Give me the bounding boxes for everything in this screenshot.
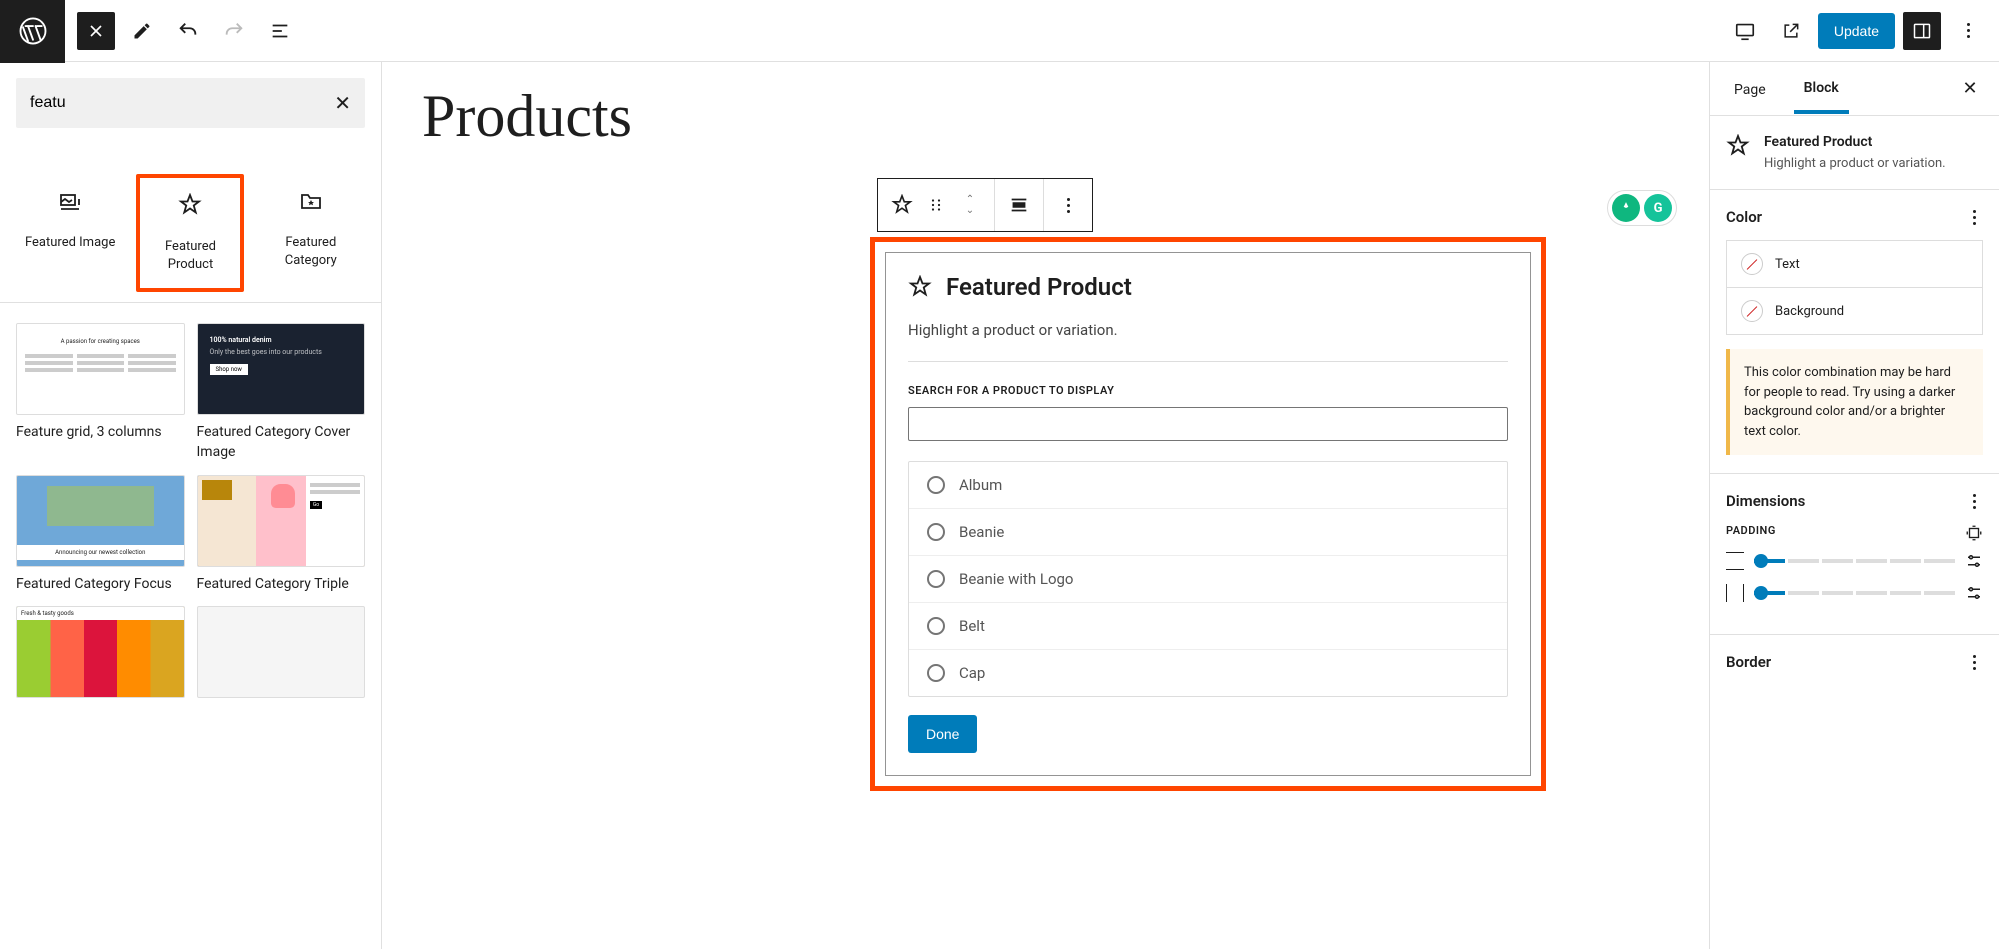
block-label: Featured Category	[263, 234, 359, 270]
padding-vertical-icon	[1726, 552, 1744, 570]
close-sidebar-button[interactable]: ✕	[1955, 74, 1985, 104]
edit-tool-button[interactable]	[123, 12, 161, 50]
star-icon	[908, 275, 932, 299]
product-option-label: Cap	[959, 664, 985, 682]
contrast-warning: This color combination may be hard for p…	[1726, 349, 1983, 455]
block-type-icon[interactable]	[890, 193, 914, 217]
block-toolbar: ⌃⌄	[877, 178, 1093, 232]
pattern-item[interactable]: Go Featured Category Triple	[197, 475, 366, 595]
set-custom-button[interactable]	[1965, 584, 1983, 602]
grammarly-badge[interactable]: G	[1607, 190, 1677, 226]
block-placeholder-description: Highlight a product or variation.	[908, 321, 1508, 362]
set-custom-button[interactable]	[1965, 552, 1983, 570]
pattern-label: Feature grid, 3 columns	[16, 423, 185, 443]
block-label: Featured Image	[25, 234, 115, 252]
inserter-search[interactable]: ✕	[16, 78, 365, 128]
panel-options-button[interactable]	[1965, 210, 1983, 225]
block-placeholder-title: Featured Product	[946, 273, 1132, 301]
align-button[interactable]	[1007, 193, 1031, 217]
tab-block[interactable]: Block	[1794, 64, 1849, 114]
product-search-label: SEARCH FOR A PRODUCT TO DISPLAY	[908, 384, 1508, 397]
done-button[interactable]: Done	[908, 715, 977, 753]
product-option[interactable]: Beanie	[909, 509, 1507, 556]
options-button[interactable]	[1949, 12, 1987, 50]
block-label: Featured Product	[146, 238, 234, 274]
pattern-item[interactable]: A passion for creating spaces Feature gr…	[16, 323, 185, 462]
sidebar-block-description: Highlight a product or variation.	[1764, 156, 1946, 171]
drag-handle-icon[interactable]	[924, 193, 948, 217]
radio-icon	[927, 617, 945, 635]
padding-label: PADDING	[1726, 524, 1776, 542]
product-option-label: Belt	[959, 617, 985, 635]
preview-button[interactable]	[1772, 12, 1810, 50]
settings-sidebar-toggle[interactable]	[1903, 12, 1941, 50]
panel-options-button[interactable]	[1965, 655, 1983, 670]
document-overview-button[interactable]	[261, 12, 299, 50]
pattern-item[interactable]: Fresh & tasty goods	[16, 606, 185, 706]
product-option[interactable]: Cap	[909, 650, 1507, 696]
color-panel-title: Color	[1726, 208, 1762, 226]
move-arrows[interactable]: ⌃⌄	[958, 193, 982, 217]
unlink-sides-button[interactable]	[1965, 524, 1983, 542]
pattern-item[interactable]: 100% natural denimOnly the best goes int…	[197, 323, 366, 462]
star-icon	[177, 192, 203, 218]
editor-canvas: Products ⌃⌄ G	[382, 62, 1709, 949]
product-list: Album Beanie Beanie with Logo Belt Cap	[908, 461, 1508, 697]
product-option-label: Beanie with Logo	[959, 570, 1074, 588]
product-option-label: Beanie	[959, 523, 1004, 541]
block-featured-image[interactable]: Featured Image	[16, 174, 124, 292]
redo-button[interactable]	[215, 12, 253, 50]
page-title[interactable]: Products	[422, 82, 1689, 151]
product-option-label: Album	[959, 476, 1002, 494]
pattern-label: Featured Category Cover Image	[197, 423, 366, 462]
product-option[interactable]: Beanie with Logo	[909, 556, 1507, 603]
product-option[interactable]: Belt	[909, 603, 1507, 650]
block-featured-category[interactable]: Featured Category	[257, 174, 365, 292]
radio-icon	[927, 664, 945, 682]
star-icon	[1726, 134, 1750, 158]
padding-vertical-slider[interactable]	[1754, 559, 1955, 563]
folder-star-icon	[298, 188, 324, 214]
radio-icon	[927, 570, 945, 588]
padding-horizontal-slider[interactable]	[1754, 591, 1955, 595]
clear-search-icon[interactable]: ✕	[334, 91, 351, 115]
dimensions-panel-title: Dimensions	[1726, 492, 1805, 510]
block-options-button[interactable]	[1056, 193, 1080, 217]
settings-sidebar: Page Block ✕ Featured Product Highlight …	[1709, 62, 1999, 949]
pattern-label: Featured Category Triple	[197, 575, 366, 595]
color-text-row[interactable]: Text	[1726, 240, 1983, 288]
tab-page[interactable]: Page	[1724, 66, 1776, 112]
product-search-input[interactable]	[908, 407, 1508, 441]
featured-product-block: Featured Product Highlight a product or …	[870, 237, 1546, 791]
color-label: Text	[1775, 257, 1800, 272]
radio-icon	[927, 476, 945, 494]
inserter-search-input[interactable]	[30, 94, 334, 112]
update-button[interactable]: Update	[1818, 13, 1895, 49]
pattern-label: Featured Category Focus	[16, 575, 185, 595]
border-panel-title: Border	[1726, 653, 1771, 671]
padding-horizontal-icon	[1726, 584, 1744, 602]
block-featured-product[interactable]: Featured Product	[136, 174, 244, 292]
product-option[interactable]: Album	[909, 462, 1507, 509]
radio-icon	[927, 523, 945, 541]
color-swatch-icon	[1741, 300, 1763, 322]
sidebar-block-title: Featured Product	[1764, 134, 1946, 150]
color-background-row[interactable]: Background	[1726, 288, 1983, 335]
pattern-item[interactable]: Announcing our newest collection Feature…	[16, 475, 185, 595]
top-toolbar: Update	[0, 0, 1999, 62]
close-inserter-button[interactable]	[77, 12, 115, 50]
panel-options-button[interactable]	[1965, 494, 1983, 509]
color-swatch-icon	[1741, 253, 1763, 275]
wordpress-logo[interactable]	[0, 0, 65, 63]
undo-button[interactable]	[169, 12, 207, 50]
block-inserter-panel: ✕ Featured Image Featured Product	[0, 62, 382, 949]
color-label: Background	[1775, 304, 1844, 319]
featured-image-icon	[57, 188, 83, 214]
pattern-item[interactable]	[197, 606, 366, 706]
view-button[interactable]	[1726, 12, 1764, 50]
